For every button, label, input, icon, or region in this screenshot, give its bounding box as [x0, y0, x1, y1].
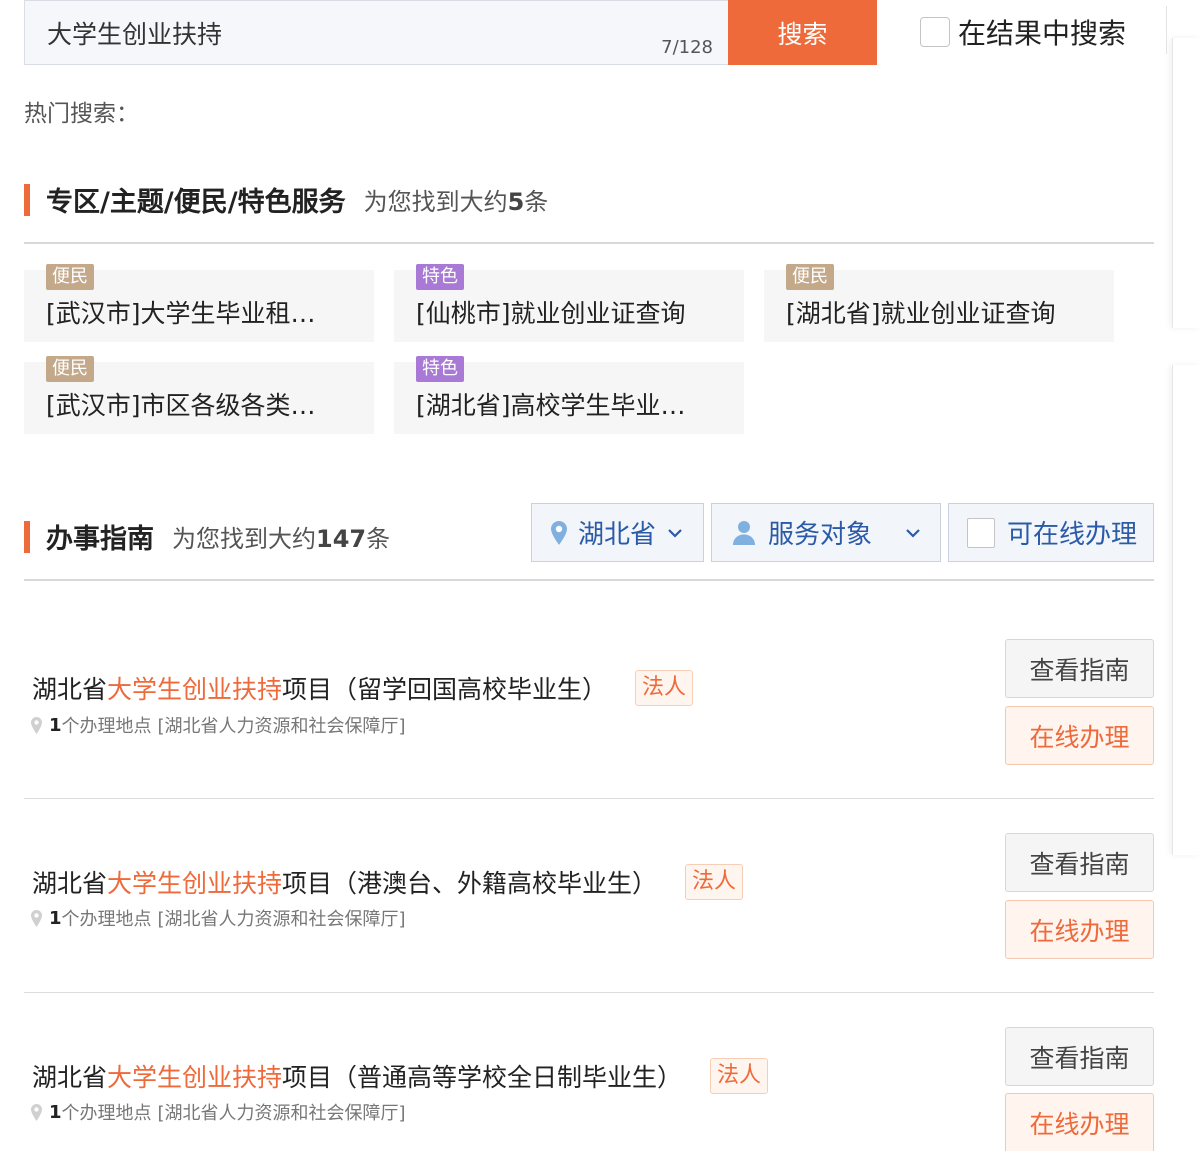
- audience-filter-label: 服务对象: [768, 520, 873, 550]
- location-count-label: 个办理地点: [61, 909, 152, 930]
- chevron-down-icon: [906, 528, 920, 538]
- hot-search-label: 热门搜索：: [24, 101, 139, 127]
- online-handle-button[interactable]: 在线办理: [1005, 706, 1154, 765]
- service-card[interactable]: 特色 [湖北省]高校学生毕业…: [394, 356, 744, 434]
- result-title-suffix: 项目（留学回国高校毕业生）: [282, 675, 608, 704]
- view-guide-button[interactable]: 查看指南: [1005, 833, 1154, 892]
- online-only-label: 可在线办理: [1007, 520, 1138, 550]
- guide-section-title: 办事指南: [46, 524, 154, 555]
- service-card[interactable]: 便民 [湖北省]就业创业证查询: [764, 264, 1114, 342]
- online-only-filter[interactable]: 可在线办理: [948, 503, 1154, 562]
- location-pin-icon: [31, 716, 42, 734]
- search-input[interactable]: [47, 13, 607, 53]
- result-department: [湖北省人力资源和社会保障厅]: [157, 909, 406, 930]
- search-button[interactable]: 搜索: [728, 0, 877, 65]
- result-department: [湖北省人力资源和社会保障厅]: [157, 716, 406, 737]
- view-guide-button[interactable]: 查看指南: [1005, 1027, 1154, 1086]
- location-pin-icon: [31, 1103, 42, 1121]
- location-count: 1: [49, 907, 62, 929]
- region-filter-label: 湖北省: [578, 520, 657, 550]
- search-in-results-checkbox[interactable]: [920, 17, 950, 47]
- location-count: 1: [49, 714, 62, 736]
- online-handle-button[interactable]: 在线办理: [1005, 1093, 1154, 1151]
- location-count: 1: [49, 1101, 62, 1123]
- search-box: 7/128: [24, 0, 729, 65]
- result-location-info: 1 个办理地点 [湖北省人力资源和社会保障厅]: [30, 905, 406, 931]
- result-title-suffix: 项目（普通高等学校全日制毕业生）: [282, 1063, 683, 1092]
- search-in-results-label: 在结果中搜索: [958, 17, 1127, 50]
- service-card-title: [湖北省]就业创业证查询: [786, 299, 1056, 328]
- service-tag: 便民: [786, 264, 834, 290]
- chevron-down-icon: [668, 528, 682, 538]
- search-in-results-toggle[interactable]: 在结果中搜索: [920, 14, 1126, 50]
- service-card[interactable]: 便民 [武汉市]市区各级各类…: [24, 356, 374, 434]
- section-accent-bar: [24, 183, 30, 216]
- service-card[interactable]: 便民 [武汉市]大学生毕业租…: [24, 264, 374, 342]
- search-char-count: 7/128: [661, 37, 713, 58]
- services-section-title: 专区/主题/便民/特色服务: [46, 187, 346, 218]
- entity-type-badge: 法人: [635, 670, 694, 706]
- result-title-prefix: 湖北省: [32, 675, 108, 704]
- service-card[interactable]: 特色 [仙桃市]就业创业证查询: [394, 264, 744, 342]
- result-title-highlight: 大学生创业扶持: [107, 1063, 283, 1092]
- service-card-title: [武汉市]市区各级各类…: [46, 391, 316, 420]
- location-count-label: 个办理地点: [61, 716, 152, 737]
- right-side-panel-top: [1172, 38, 1200, 328]
- header-divider: [1166, 6, 1167, 54]
- guide-result-title[interactable]: 湖北省 大学生创业扶持 项目（港澳台、外籍高校毕业生） 法人: [32, 864, 744, 900]
- online-only-checkbox[interactable]: [967, 517, 995, 548]
- location-pin-icon: [31, 909, 42, 927]
- services-section-header: 专区/主题/便民/特色服务 为您找到大约5条: [24, 180, 548, 219]
- guide-result-title[interactable]: 湖北省 大学生创业扶持 项目（普通高等学校全日制毕业生） 法人: [32, 1058, 769, 1094]
- entity-type-badge: 法人: [685, 864, 744, 900]
- view-guide-button[interactable]: 查看指南: [1005, 639, 1154, 698]
- result-title-highlight: 大学生创业扶持: [107, 869, 283, 898]
- service-tag: 特色: [416, 356, 464, 382]
- user-icon: [733, 520, 755, 545]
- service-tag: 便民: [46, 264, 94, 290]
- guide-found-count: 为您找到大约147条: [172, 525, 391, 553]
- result-title-suffix: 项目（港澳台、外籍高校毕业生）: [282, 869, 658, 898]
- result-divider: [24, 798, 1154, 799]
- audience-filter-dropdown[interactable]: 服务对象: [711, 503, 941, 562]
- service-card-title: [仙桃市]就业创业证查询: [416, 299, 686, 328]
- online-handle-button[interactable]: 在线办理: [1005, 900, 1154, 959]
- result-location-info: 1 个办理地点 [湖北省人力资源和社会保障厅]: [30, 712, 406, 738]
- service-card-title: [湖北省]高校学生毕业…: [416, 391, 686, 420]
- entity-type-badge: 法人: [710, 1058, 769, 1094]
- location-count-label: 个办理地点: [61, 1103, 152, 1124]
- section-accent-bar: [24, 520, 30, 553]
- guide-result-title[interactable]: 湖北省 大学生创业扶持 项目（留学回国高校毕业生） 法人: [32, 670, 694, 706]
- result-divider: [24, 992, 1154, 993]
- service-tag: 便民: [46, 356, 94, 382]
- result-title-highlight: 大学生创业扶持: [107, 675, 283, 704]
- result-title-prefix: 湖北省: [32, 1063, 108, 1092]
- location-pin-icon: [551, 520, 567, 545]
- result-title-prefix: 湖北省: [32, 869, 108, 898]
- region-filter-dropdown[interactable]: 湖北省: [531, 503, 704, 562]
- services-found-count: 为您找到大约5条: [363, 188, 549, 216]
- services-divider: [24, 242, 1154, 244]
- right-side-panel-bottom: [1172, 365, 1200, 855]
- guide-divider: [24, 579, 1154, 581]
- service-card-title: [武汉市]大学生毕业租…: [46, 299, 316, 328]
- service-tag: 特色: [416, 264, 464, 290]
- guide-section-header: 办事指南 为您找到大约147条: [24, 517, 390, 556]
- result-department: [湖北省人力资源和社会保障厅]: [157, 1103, 406, 1124]
- result-location-info: 1 个办理地点 [湖北省人力资源和社会保障厅]: [30, 1099, 406, 1125]
